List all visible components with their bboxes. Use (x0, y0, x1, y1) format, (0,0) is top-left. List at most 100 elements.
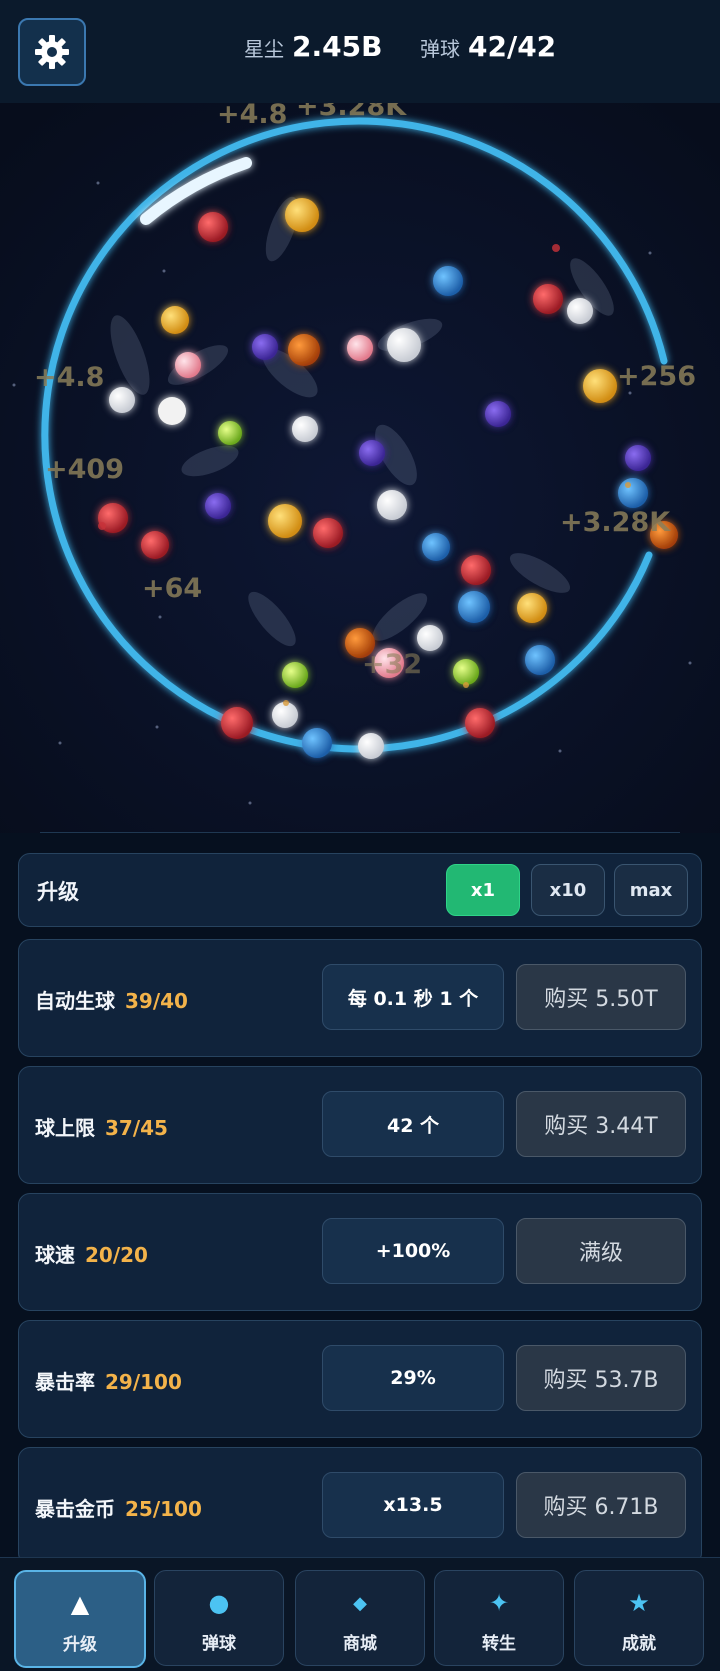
sparkle-icon: ✦ (488, 1589, 510, 1617)
popup-text: +409 (45, 454, 124, 485)
star-icon: ★ (628, 1589, 650, 1617)
ball (417, 625, 443, 651)
ball (302, 728, 332, 758)
bottom-nav: ▲ 升级 ● 弹球 ◆ 商城 ✦ 转生 ★ 成就 (0, 1557, 720, 1671)
nav-tab-label: 商城 (343, 1634, 377, 1654)
buy-button[interactable]: 购买 6.71B (516, 1472, 686, 1538)
ball (292, 416, 318, 442)
ball (285, 198, 319, 232)
popup-text: +4.8 (217, 103, 287, 130)
upgrade-effect: 每 0.1 秒 1 个 (322, 964, 504, 1030)
ball (618, 478, 648, 508)
stardust-label: 星尘 (244, 37, 284, 61)
ball (109, 387, 135, 413)
upgrade-card-crit-rate: 暴击率 29/100 29% 购买 53.7B (18, 1320, 702, 1438)
upgrade-name-text: 球上限 (35, 1116, 95, 1140)
ball (272, 702, 298, 728)
upgrade-header: 升级 x1 x10 max (18, 853, 702, 927)
ball (461, 555, 491, 585)
upgrade-level: 25/100 (125, 1497, 202, 1521)
ball (252, 334, 278, 360)
ball (221, 707, 253, 739)
ball (465, 708, 495, 738)
settings-button[interactable] (18, 18, 86, 86)
nav-tab-label: 成就 (622, 1634, 656, 1654)
nav-tab-label: 弹球 (202, 1634, 236, 1654)
ball (347, 335, 373, 361)
popup-text: +4.8 (34, 362, 104, 393)
ball (433, 266, 463, 296)
ball (268, 504, 302, 538)
ball (517, 593, 547, 623)
upgrade-card-ball-speed: 球速 20/20 +100% 满级 (18, 1193, 702, 1311)
nav-tab-balls[interactable]: ● 弹球 (154, 1570, 284, 1666)
popup-text: +64 (142, 573, 202, 604)
multiplier-x1-button[interactable]: x1 (446, 864, 520, 916)
upgrade-card-auto-spawn: 自动生球 39/40 每 0.1 秒 1 个 购买 5.50T (18, 939, 702, 1057)
ball (175, 352, 201, 378)
buy-button[interactable]: 购买 3.44T (516, 1091, 686, 1157)
multiplier-x10-button[interactable]: x10 (531, 864, 605, 916)
upgrade-title: 升级 (37, 880, 79, 904)
ball (453, 659, 479, 685)
ball (422, 533, 450, 561)
ball (288, 334, 320, 366)
game-arena[interactable]: +4.8 +3.28K +4.8 +256 +409 +3.28K +64 +3… (0, 103, 720, 833)
ball (205, 493, 231, 519)
balls-label: 弹球 (420, 37, 460, 61)
ball (313, 518, 343, 548)
ball (141, 531, 169, 559)
upgrade-name-text: 暴击率 (35, 1370, 95, 1394)
upgrade-name: 球上限 37/45 (35, 1112, 168, 1141)
upgrade-card-ball-limit: 球上限 37/45 42 个 购买 3.44T (18, 1066, 702, 1184)
stardust-value: 2.45B (292, 30, 383, 63)
nav-tab-achievements[interactable]: ★ 成就 (574, 1570, 704, 1666)
nav-tab-label: 转生 (482, 1634, 516, 1654)
popup-text: +3.28K (560, 507, 671, 538)
nav-tab-shop[interactable]: ◆ 商城 (295, 1570, 425, 1666)
balls-value: 42/42 (468, 30, 557, 63)
ball (625, 445, 651, 471)
upgrade-level: 29/100 (105, 1370, 182, 1394)
ball-icon: ● (208, 1589, 230, 1617)
balls-stat: 弹球 42/42 (420, 30, 556, 70)
gear-icon (35, 35, 69, 69)
upgrade-name: 暴击金币 25/100 (35, 1493, 202, 1522)
ball (567, 298, 593, 324)
top-bar: 星尘 2.45B 弹球 42/42 (0, 0, 720, 106)
ball (161, 306, 189, 334)
buy-button[interactable]: 购买 53.7B (516, 1345, 686, 1411)
ball (583, 369, 617, 403)
buy-button[interactable]: 购买 5.50T (516, 964, 686, 1030)
nav-tab-upgrade[interactable]: ▲ 升级 (14, 1570, 146, 1668)
nav-tab-rebirth[interactable]: ✦ 转生 (434, 1570, 564, 1666)
popup-text: +32 (362, 649, 422, 680)
ball (218, 421, 242, 445)
ball (458, 591, 490, 623)
triangle-icon: ▲ (70, 1590, 90, 1618)
nav-tab-label: 升级 (63, 1635, 97, 1655)
ball (533, 284, 563, 314)
ball (158, 397, 186, 425)
upgrade-effect: +100% (322, 1218, 504, 1284)
diamond-icon: ◆ (353, 1593, 367, 1614)
ball (359, 440, 385, 466)
arena-divider (40, 832, 680, 833)
upgrade-card-crit-coin: 暴击金币 25/100 x13.5 购买 6.71B (18, 1447, 702, 1565)
max-level-button[interactable]: 满级 (516, 1218, 686, 1284)
upgrade-level: 37/45 (105, 1116, 168, 1140)
upgrade-level: 39/40 (125, 989, 188, 1013)
upgrade-name-text: 暴击金币 (35, 1497, 115, 1521)
multiplier-max-button[interactable]: max (614, 864, 688, 916)
upgrade-name-text: 自动生球 (35, 989, 115, 1013)
ball (282, 662, 308, 688)
ball (525, 645, 555, 675)
upgrade-name: 暴击率 29/100 (35, 1366, 182, 1395)
popup-text: +3.28K (296, 103, 407, 122)
upgrade-name: 自动生球 39/40 (35, 985, 188, 1014)
upgrade-level: 20/20 (85, 1243, 148, 1267)
ball (377, 490, 407, 520)
upgrade-effect: 42 个 (322, 1091, 504, 1157)
upgrade-name-text: 球速 (35, 1243, 75, 1267)
upgrade-name: 球速 20/20 (35, 1239, 148, 1268)
